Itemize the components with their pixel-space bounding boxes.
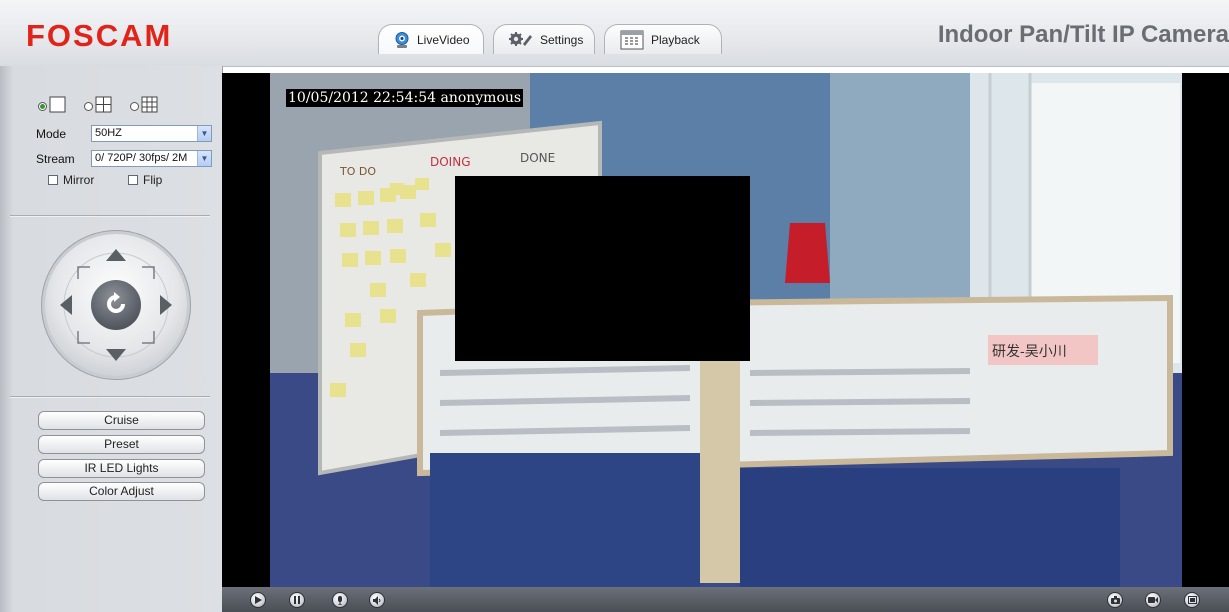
refresh-icon xyxy=(101,289,131,322)
gears-icon xyxy=(508,31,534,49)
snapshot-icon[interactable] xyxy=(1107,592,1123,608)
layout-single-option[interactable] xyxy=(38,96,66,116)
ptz-down-icon[interactable] xyxy=(106,348,126,365)
foscam-logo: FOSCAM xyxy=(26,18,173,53)
layout-single-radio[interactable] xyxy=(38,101,47,111)
chevron-down-icon[interactable]: ▼ xyxy=(197,151,211,166)
quad-view-icon xyxy=(95,96,112,116)
audio-icon[interactable] xyxy=(369,592,385,608)
board-label-doing: DOING xyxy=(430,155,471,169)
view-layout-selector xyxy=(38,96,158,116)
stream-select[interactable]: 0/ 720P/ 30fps/ 2M ▼ xyxy=(91,150,212,167)
video-timestamp-overlay: 10/05/2012 22:54:54 anonymous xyxy=(286,89,524,107)
camera-model-title: Indoor Pan/Tilt IP Camera xyxy=(937,21,1229,48)
fullscreen-icon[interactable] xyxy=(1184,592,1200,608)
mode-label: Mode xyxy=(36,127,67,141)
mode-select[interactable]: 50HZ ▼ xyxy=(91,125,212,142)
tab-settings[interactable]: Settings xyxy=(493,24,595,54)
calendar-icon xyxy=(619,29,645,51)
stream-select-value: 0/ 720P/ 30fps/ 2M xyxy=(95,152,188,164)
stop-icon[interactable] xyxy=(289,592,305,608)
mirror-checkbox[interactable] xyxy=(48,175,58,185)
nine-view-icon xyxy=(141,96,158,116)
tab-settings-label: Settings xyxy=(540,32,584,47)
ir-led-lights-button[interactable]: IR LED Lights xyxy=(38,459,205,478)
sidebar-divider xyxy=(10,396,210,397)
tab-playback[interactable]: Playback xyxy=(604,24,722,54)
ptz-home-button[interactable] xyxy=(91,280,141,330)
tab-livevideo-label: LiveVideo xyxy=(417,32,470,47)
stream-label: Stream xyxy=(36,152,75,166)
ptz-up-icon[interactable] xyxy=(106,248,126,265)
chevron-down-icon[interactable]: ▼ xyxy=(197,126,211,141)
video-control-bar xyxy=(222,587,1229,612)
cruise-button[interactable]: Cruise xyxy=(38,411,205,430)
flip-checkbox[interactable] xyxy=(128,175,138,185)
sidebar-divider xyxy=(10,215,210,216)
webcam-icon xyxy=(393,31,411,49)
mirror-option[interactable]: Mirror xyxy=(48,173,94,187)
preset-button[interactable]: Preset xyxy=(38,435,205,454)
color-adjust-button[interactable]: Color Adjust xyxy=(38,482,205,501)
layout-quad-radio[interactable] xyxy=(84,101,93,111)
ptz-right-icon[interactable] xyxy=(159,295,173,318)
single-view-icon xyxy=(49,96,66,116)
ptz-left-icon[interactable] xyxy=(59,295,73,318)
talk-icon[interactable] xyxy=(332,592,348,608)
ptz-up-left-icon[interactable] xyxy=(77,266,91,283)
layout-nine-radio[interactable] xyxy=(130,101,139,111)
header-bar: FOSCAM LiveVideo Settings Playback Indoo… xyxy=(0,0,1229,67)
desk-sign-text: 研发-吴小川 xyxy=(992,344,1067,360)
flip-label: Flip xyxy=(143,173,163,187)
mode-select-value: 50HZ xyxy=(95,127,122,139)
privacy-mask-area xyxy=(455,176,750,361)
layout-nine-option[interactable] xyxy=(130,96,158,116)
tab-playback-label: Playback xyxy=(651,32,700,47)
play-icon[interactable] xyxy=(250,592,266,608)
ptz-up-right-icon[interactable] xyxy=(141,266,155,283)
control-sidebar: Mode 50HZ ▼ Stream 0/ 720P/ 30fps/ 2M ▼ … xyxy=(0,66,223,612)
mirror-label: Mirror xyxy=(63,173,95,187)
tab-livevideo[interactable]: LiveVideo xyxy=(378,24,484,54)
ptz-control-wheel xyxy=(45,234,187,376)
flip-option[interactable]: Flip xyxy=(128,173,162,187)
ptz-down-right-icon[interactable] xyxy=(141,330,155,347)
record-icon[interactable] xyxy=(1145,592,1161,608)
ptz-down-left-icon[interactable] xyxy=(77,330,91,347)
board-label-todo: TO DO xyxy=(340,165,377,178)
layout-quad-option[interactable] xyxy=(84,96,112,116)
board-label-done: DONE xyxy=(520,151,556,165)
